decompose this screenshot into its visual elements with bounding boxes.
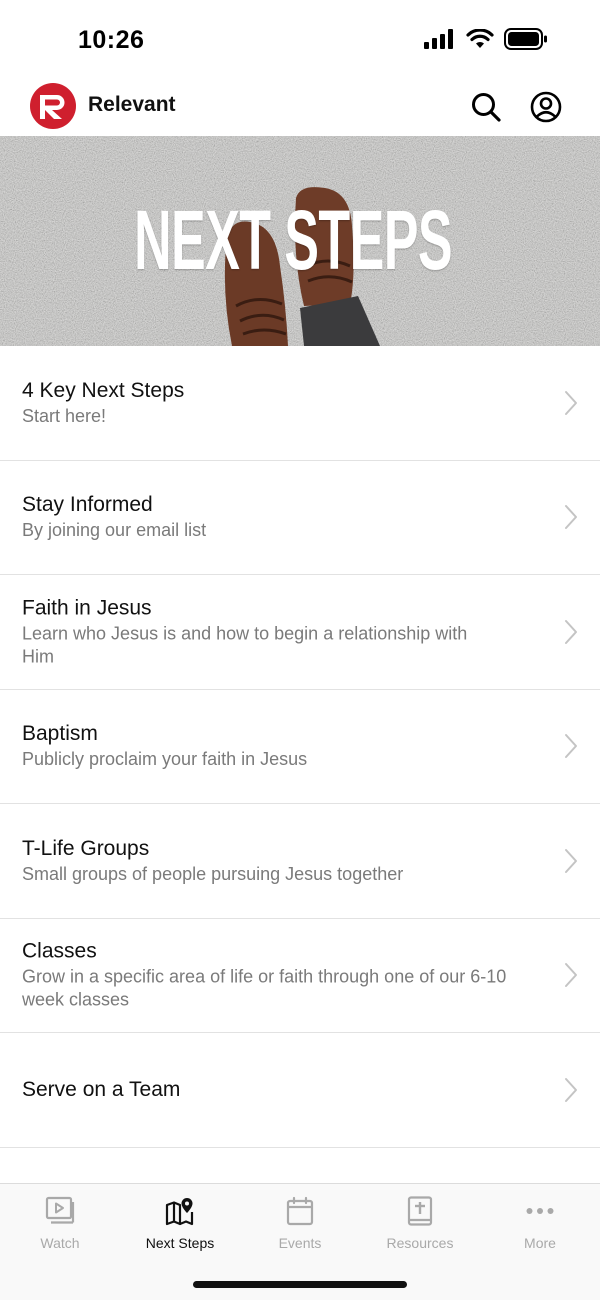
app-header: Relevant (0, 78, 600, 136)
app-title: Relevant (88, 93, 176, 116)
chevron-right-icon (565, 963, 577, 988)
list-item-title: Serve on a Team (22, 1077, 181, 1101)
chevron-right-icon (565, 505, 577, 530)
list-item-text: 4 Key Next Steps Start here! (22, 378, 532, 428)
chevron-right-icon (565, 848, 577, 873)
list-item-faith-in-jesus[interactable]: Faith in Jesus Learn who Jesus is and ho… (0, 575, 600, 690)
list-item-t-life-groups[interactable]: T-Life Groups Small groups of people pur… (0, 804, 600, 919)
home-indicator[interactable] (193, 1281, 407, 1288)
bible-icon (407, 1196, 433, 1226)
next-steps-list: 4 Key Next Steps Start here! Stay Inform… (0, 346, 600, 1148)
list-item-title: Stay Informed (22, 493, 153, 517)
list-item-title: T-Life Groups (22, 836, 150, 860)
relevant-logo-icon[interactable] (30, 83, 76, 129)
list-item-serve-on-a-team[interactable]: Serve on a Team (0, 1033, 600, 1148)
tab-resources[interactable]: Resources (360, 1184, 480, 1264)
status-bar: 10:26 (0, 0, 600, 78)
list-item-title: Baptism (22, 722, 98, 746)
list-item-stay-informed[interactable]: Stay Informed By joining our email list (0, 461, 600, 575)
list-item-text: Serve on a Team (22, 1077, 532, 1103)
chevron-right-icon (565, 619, 577, 644)
hero-banner: NEXT STEPS (0, 136, 600, 346)
tab-next-steps[interactable]: Next Steps (120, 1184, 240, 1264)
list-item-text: Baptism Publicly proclaim your faith in … (22, 721, 532, 771)
tab-label: Resources (386, 1235, 454, 1251)
list-item-subtitle: Grow in a specific area of life or faith… (22, 966, 507, 1010)
list-item-4-key-next-steps[interactable]: 4 Key Next Steps Start here! (0, 346, 600, 461)
search-icon[interactable] (470, 91, 502, 123)
chevron-right-icon (565, 734, 577, 759)
tab-label: More (524, 1235, 556, 1251)
map-pin-icon (165, 1198, 194, 1226)
list-item-title: 4 Key Next Steps (22, 378, 185, 402)
tab-events[interactable]: Events (240, 1184, 360, 1264)
list-item-subtitle: Learn who Jesus is and how to begin a re… (22, 623, 468, 667)
list-item-classes[interactable]: Classes Grow in a specific area of life … (0, 919, 600, 1033)
list-item-title: Faith in Jesus (22, 596, 152, 620)
list-item-baptism[interactable]: Baptism Publicly proclaim your faith in … (0, 690, 600, 804)
more-dots-icon (526, 1208, 554, 1214)
calendar-icon (286, 1196, 314, 1226)
list-item-text: Faith in Jesus Learn who Jesus is and ho… (22, 595, 532, 668)
chevron-right-icon (565, 390, 577, 415)
tab-label: Next Steps (145, 1235, 215, 1251)
list-item-text: Classes Grow in a specific area of life … (22, 939, 532, 1012)
tab-more[interactable]: More (480, 1184, 600, 1264)
list-item-subtitle: Start here! (22, 405, 107, 426)
hero-title: NEXT STEPS (134, 193, 453, 287)
play-icon (45, 1196, 75, 1224)
list-item-text: T-Life Groups Small groups of people pur… (22, 836, 532, 886)
list-item-subtitle: By joining our email list (22, 520, 207, 541)
list-item-title: Classes (22, 939, 97, 963)
chevron-right-icon (565, 1077, 577, 1102)
status-time: 10:26 (78, 26, 145, 54)
tab-watch[interactable]: Watch (0, 1184, 120, 1264)
tab-label: Events (278, 1235, 322, 1251)
status-icons (424, 28, 548, 50)
list-item-subtitle: Small groups of people pursuing Jesus to… (22, 863, 404, 884)
tab-label: Watch (40, 1235, 80, 1251)
battery-icon (504, 28, 547, 50)
list-item-text: Stay Informed By joining our email list (22, 492, 532, 542)
wifi-icon (466, 29, 494, 48)
list-item-subtitle: Publicly proclaim your faith in Jesus (22, 749, 308, 770)
profile-icon[interactable] (530, 91, 562, 123)
signal-icon (424, 29, 453, 49)
